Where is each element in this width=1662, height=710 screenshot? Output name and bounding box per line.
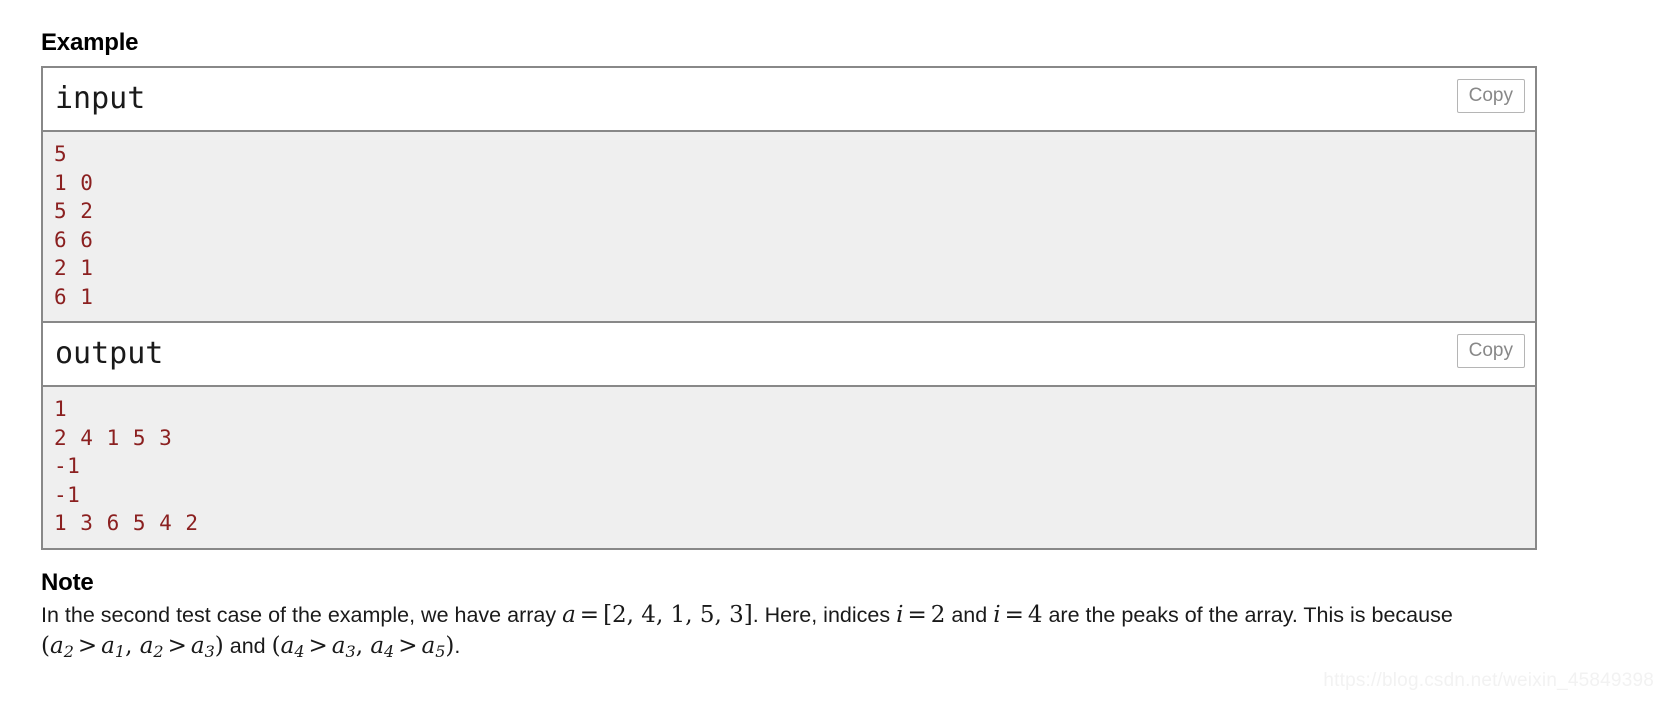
math-sub-2-4: 5 [435,641,446,661]
math-comma-1: , [125,632,140,659]
copy-output-button[interactable]: Copy [1456,334,1525,368]
math-b-2-2: a [421,632,436,659]
paren-close-1: ) [214,632,224,659]
csdn-watermark: https://blog.csdn.net/weixin_45849398 [1323,670,1654,691]
math-var-i-2: i [993,601,1001,628]
math-sub-1-4: 3 [204,641,215,661]
math-var-a: a [562,601,576,628]
sample-input-title-label: input [55,81,146,116]
copy-input-button[interactable]: Copy [1456,79,1525,113]
note-index-equation-1: i = 2 [896,601,946,628]
note-inequality-group-2: (a4 > a3, a4 > a5) [271,632,455,661]
note-text-part-3: are the peaks of the array. This is beca… [1042,602,1453,627]
sample-tests-container: input Copy 5 1 0 5 2 6 6 2 1 6 1 output … [41,66,1537,550]
note-index-equation-2: i = 4 [993,601,1043,628]
sample-input-header: input Copy [43,68,1535,132]
math-a-1-2: a [139,632,154,659]
math-equals-1: = [579,601,600,628]
math-equals-2: = [907,601,927,628]
math-sub-2-2: 3 [345,641,356,661]
math-gt-1-1: > [77,632,98,659]
note-inequality-group-1: (a2 > a1, a2 > a3) [41,632,224,661]
math-sub-2-1: 4 [294,641,305,661]
math-sub-2-3: 4 [384,641,395,661]
note-array-equation: a = [2, 4, 1, 5, 3] [562,601,753,628]
math-gt-1-2: > [167,632,187,659]
math-b-2-1: a [331,632,346,659]
paren-open-2: ( [271,632,281,659]
paren-open-1: ( [41,632,50,659]
math-value-4: 4 [1027,601,1043,628]
sample-input-data[interactable]: 5 1 0 5 2 6 6 2 1 6 1 [43,132,1535,323]
sample-output-data[interactable]: 1 2 4 1 5 3 -1 -1 1 3 6 5 4 2 [43,387,1535,548]
sample-output-block: output Copy 1 2 4 1 5 3 -1 -1 1 3 6 5 4 … [43,323,1535,548]
math-sub-1-3: 2 [153,641,164,661]
note-text-and-1: and [945,602,994,627]
note-text-part-2: . Here, indices [752,602,897,627]
math-b-1-2: a [190,632,205,659]
math-value-2: 2 [930,601,946,628]
math-a-1-1: a [49,632,64,659]
math-sub-1-2: 1 [114,641,126,661]
math-gt-2-2: > [398,632,418,659]
math-b-1-1: a [101,632,115,659]
sample-input-block: input Copy 5 1 0 5 2 6 6 2 1 6 1 [43,68,1535,323]
math-a-2-1: a [280,632,295,659]
math-a-2-2: a [370,632,385,659]
math-comma-2: , [355,632,371,659]
math-array-literal: [2, 4, 1, 5, 3] [603,601,753,628]
sample-output-header: output Copy [43,323,1535,387]
note-text-period: . [454,633,461,658]
note-body-text: In the second test case of the example, … [41,600,1531,667]
math-sub-1-1: 2 [63,641,74,661]
note-text-part-1: In the second test case of the example, … [41,602,563,627]
sample-output-title-label: output [55,336,164,371]
math-gt-2-1: > [308,632,328,659]
math-equals-3: = [1004,601,1024,628]
example-section-title: Example [41,29,139,56]
note-text-and-2: and [223,633,272,658]
note-section-title: Note [41,568,94,596]
problem-statement: Example input Copy 5 1 0 5 2 6 6 2 1 6 1… [41,0,1537,667]
